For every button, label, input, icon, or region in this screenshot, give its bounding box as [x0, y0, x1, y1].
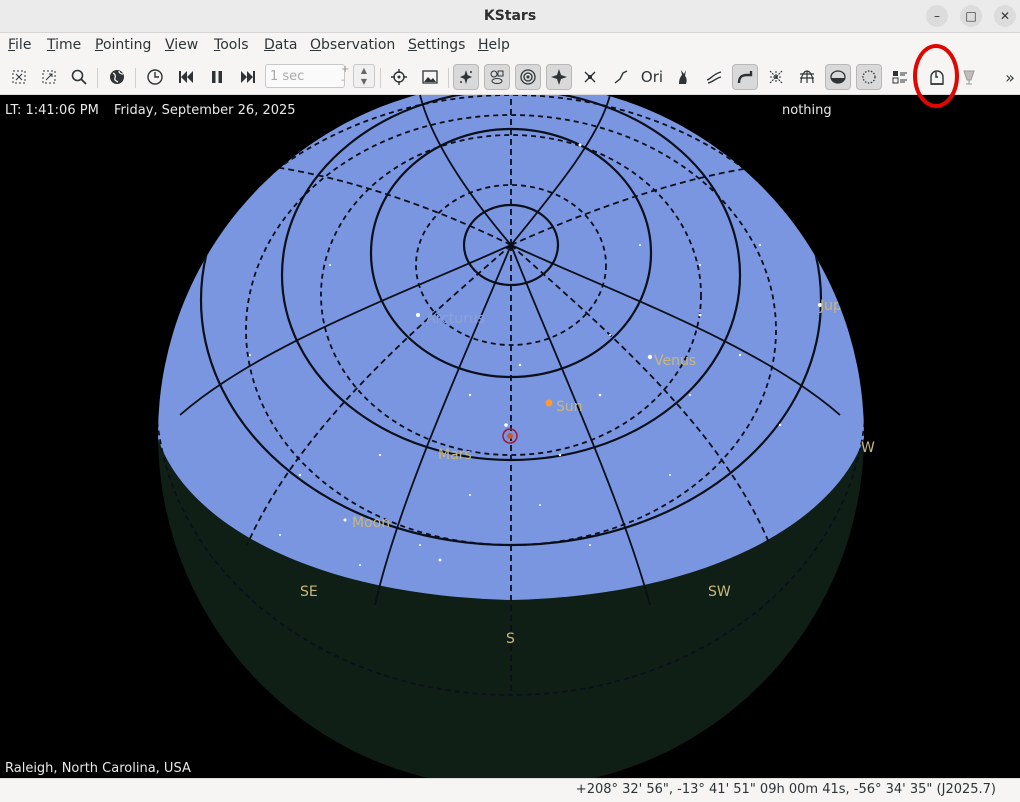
label-arcturus[interactable]: Arcturus — [426, 311, 485, 327]
menu-view-mnemonic: V — [165, 37, 175, 53]
satellites-toggle-icon[interactable] — [577, 64, 603, 90]
menu-view-label: iew — [174, 37, 199, 53]
toolbar-separator — [448, 68, 449, 88]
menu-pointing-mnemonic: P — [95, 37, 103, 53]
telescope-icon[interactable] — [956, 64, 982, 90]
label-venus[interactable]: Venus — [654, 353, 696, 369]
location-name: Raleigh, North Carolina, USA — [5, 761, 191, 776]
sky-map[interactable]: Arcturus Jupiter Venus Sun Mars Moon SE … — [0, 95, 1020, 778]
label-mars[interactable]: Mars — [438, 447, 472, 463]
compass-w: W — [861, 440, 875, 456]
menu-data-mnemonic: D — [264, 37, 275, 53]
clock-icon[interactable] — [142, 64, 168, 90]
menu-help[interactable]: Help — [478, 37, 510, 53]
time-step-input[interactable] — [265, 64, 345, 88]
status-bar: +208° 32' 56", -13° 41' 51" 09h 00m 41s,… — [0, 778, 1020, 802]
horizon-icon[interactable] — [732, 64, 758, 90]
equatorial-grid-icon[interactable] — [763, 64, 789, 90]
menu-tools-label: ools — [220, 37, 249, 53]
menu-file[interactable]: File — [8, 37, 31, 53]
pause-icon[interactable] — [204, 64, 230, 90]
sky-coverage-icon[interactable] — [856, 64, 882, 90]
telescope-target-icon[interactable] — [386, 64, 412, 90]
time-step-units-spinner[interactable]: ▲ ▼ — [353, 64, 375, 88]
menu-settings-label: ettings — [416, 37, 466, 53]
menu-settings-mnemonic: S — [408, 37, 417, 53]
close-button[interactable]: ✕ — [994, 5, 1016, 27]
constellation-names-icon[interactable]: Ori — [639, 64, 665, 90]
zoom-select-icon[interactable] — [36, 64, 62, 90]
horizontal-grid-icon[interactable] — [794, 64, 820, 90]
constellation-art-icon[interactable] — [670, 64, 696, 90]
globe-icon[interactable] — [104, 64, 130, 90]
menu-pointing-label: ointing — [102, 37, 152, 53]
toolbar-separator — [380, 68, 381, 88]
label-jupiter[interactable]: Jupiter — [819, 298, 866, 314]
menu-time-mnemonic: T — [47, 37, 56, 53]
ground-toggle-icon[interactable] — [825, 64, 851, 90]
menu-bar: File Time Pointing View Tools Data Obser… — [0, 33, 1020, 60]
zoom-to-fit-icon[interactable] — [6, 64, 32, 90]
compass-sw: SW — [708, 584, 731, 600]
menu-pointing[interactable]: Pointing — [95, 37, 151, 53]
menu-file-mnemonic: F — [8, 37, 16, 53]
menu-file-label: ile — [15, 37, 32, 53]
menu-time-label: ime — [55, 37, 82, 53]
solar-system-toggle-icon[interactable] — [515, 64, 541, 90]
constellation-lines-icon[interactable] — [608, 64, 634, 90]
sun-marker[interactable] — [545, 399, 553, 407]
focus-object: nothing — [782, 103, 832, 118]
menu-tools[interactable]: Tools — [214, 37, 249, 53]
menu-help-label: elp — [488, 37, 510, 53]
window-title: KStars — [483, 8, 537, 24]
menu-help-mnemonic: H — [478, 37, 489, 53]
label-moon[interactable]: Moon — [352, 515, 390, 531]
compass-s: S — [506, 631, 515, 647]
menu-data-label: ata — [274, 37, 298, 53]
hips-overlay-icon[interactable] — [887, 64, 913, 90]
step-backward-icon[interactable] — [173, 64, 199, 90]
menu-data[interactable]: Data — [264, 37, 297, 53]
menu-view[interactable]: View — [165, 37, 198, 53]
deep-sky-toggle-icon[interactable] — [484, 64, 510, 90]
highlight-annotation — [913, 44, 959, 108]
menu-observation-mnemonic: O — [310, 37, 322, 53]
milky-way-icon[interactable] — [701, 64, 727, 90]
time-step-spinbox[interactable]: +- ▲▼ — [265, 64, 375, 88]
toolbar: Ori » — [0, 60, 1020, 95]
local-time: LT: 1:41:06 PM — [5, 103, 99, 118]
cursor-coordinates: +208° 32' 56", -13° 41' 51" 09h 00m 41s,… — [575, 782, 996, 797]
time-step-buttons[interactable]: + - — [341, 64, 351, 86]
sun-toggle-icon[interactable] — [546, 64, 572, 90]
search-icon[interactable] — [66, 64, 92, 90]
menu-time[interactable]: Time — [47, 37, 81, 53]
maximize-button[interactable]: □ — [960, 5, 982, 27]
sky-map-canvas[interactable]: Arcturus Jupiter Venus Sun Mars Moon SE … — [0, 95, 1020, 778]
compass-se: SE — [300, 584, 318, 600]
menu-observation-label: bservation — [321, 37, 396, 53]
toolbar-overflow[interactable]: » — [1002, 64, 1018, 90]
title-bar: KStars – □ ✕ — [0, 0, 1020, 33]
minimize-button[interactable]: – — [926, 5, 948, 27]
label-sun[interactable]: Sun — [556, 399, 583, 415]
menu-observation[interactable]: Observation — [310, 37, 395, 53]
image-viewer-icon[interactable] — [417, 64, 443, 90]
step-forward-icon[interactable] — [235, 64, 261, 90]
stars-toggle-icon[interactable] — [453, 64, 479, 90]
toolbar-separator — [97, 68, 98, 88]
menu-settings[interactable]: Settings — [408, 37, 465, 53]
current-date: Friday, September 26, 2025 — [114, 103, 296, 118]
toolbar-separator — [135, 68, 136, 88]
